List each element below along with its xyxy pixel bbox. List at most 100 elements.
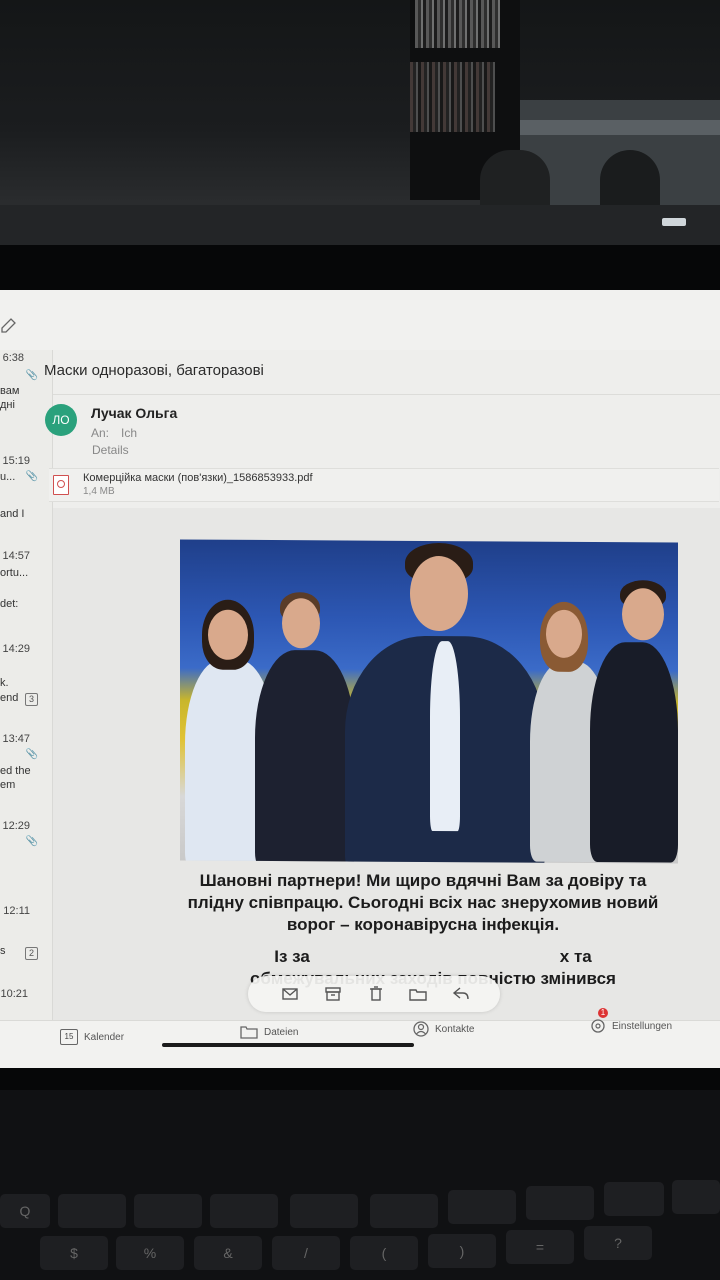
keyboard-key (604, 1182, 664, 1216)
calendar-icon: 15 (60, 1029, 78, 1045)
list-item-snippet: вам (0, 385, 20, 397)
divider (53, 394, 720, 395)
tab-calendar[interactable]: 15 Kalender (60, 1029, 124, 1045)
lamp-light (662, 218, 686, 226)
tab-label: Dateien (264, 1026, 299, 1038)
email-body-fragment: Із за (274, 947, 310, 966)
keyboard-key: ) (428, 1234, 496, 1268)
keyboard-key: Q (0, 1194, 50, 1228)
pdf-icon (53, 475, 69, 495)
list-item[interactable]: 10:21 (0, 988, 52, 1018)
list-item-snippet: s (0, 945, 6, 957)
paperclip-icon: 📎 (25, 471, 38, 482)
list-item-time: 13:47 (2, 733, 30, 745)
tab-files[interactable]: Dateien (240, 1025, 298, 1039)
books (415, 0, 500, 48)
bottom-tab-bar: 15 Kalender Dateien Kontakte Einstellung… (0, 1008, 720, 1068)
keyboard-key: / (272, 1236, 340, 1270)
keyboard-key: & (194, 1236, 262, 1270)
keyboard-key: $ (40, 1236, 108, 1270)
reply-icon[interactable] (451, 984, 471, 1004)
keyboard-key: ( (350, 1236, 418, 1270)
tab-contacts[interactable]: Kontakte (413, 1021, 474, 1037)
keyboard-key: ? (584, 1226, 652, 1260)
top-bar (0, 290, 720, 351)
email-body-text: Шановні партнери! Ми щиро вдячні Вам за … (187, 871, 659, 934)
list-item[interactable]: 15:19 u... 📎 (0, 455, 52, 500)
list-item[interactable]: 12:11 s 2 (0, 905, 52, 965)
list-item-time: 6:38 (2, 352, 24, 364)
keyboard-key (134, 1194, 202, 1228)
attachment-size: 1,4 MB (83, 486, 115, 497)
home-indicator[interactable] (162, 1043, 414, 1047)
list-item[interactable]: and I (0, 508, 52, 538)
thread-count-badge: 3 (25, 693, 38, 706)
tab-label: Einstellungen (612, 1020, 673, 1032)
email-body-fragment: х та (559, 947, 592, 966)
keyboard-key: % (116, 1236, 184, 1270)
paperclip-icon: 📎 (25, 370, 38, 381)
list-item[interactable]: 13:47 📎 ed the em (0, 733, 52, 803)
mail-detail: Маски одноразові, багаторазові ЛО Лучак … (44, 350, 720, 1020)
list-item-snippet: end (0, 692, 19, 704)
list-item-snippet: det: (0, 598, 19, 610)
list-item[interactable]: 14:57 ortu... det: (0, 550, 52, 620)
recipient-name[interactable]: Ich (121, 426, 137, 440)
archive-icon[interactable] (323, 984, 343, 1004)
email-subject: Маски одноразові, багаторазові (44, 362, 264, 379)
paperclip-icon: 📎 (25, 836, 38, 847)
tab-settings[interactable]: Einstellungen (590, 1018, 672, 1034)
notification-badge: 1 (598, 1008, 608, 1018)
keyboard-key (526, 1186, 594, 1220)
window-frame (520, 120, 720, 135)
trash-icon[interactable] (366, 984, 386, 1004)
tablet-screen: 6:38 📎 вам дні 15:19 u... 📎 and I 14:57 … (0, 290, 720, 1068)
list-item-time: 10:21 (0, 988, 28, 1000)
keyboard-key (672, 1180, 720, 1214)
list-item-time: 14:57 (2, 550, 30, 562)
list-item-snippet: ortu... (0, 567, 29, 579)
keyboard-key (58, 1194, 126, 1228)
thread-count-badge: 2 (25, 947, 38, 960)
list-item[interactable]: 14:29 k. end 3 (0, 643, 52, 713)
keyboard-key (210, 1194, 278, 1228)
physical-keyboard: Q $ % & / ( ) = ? (0, 1090, 720, 1280)
tab-label: Kontakte (435, 1023, 475, 1035)
mail-list: 6:38 📎 вам дні 15:19 u... 📎 and I 14:57 … (0, 350, 53, 1020)
gear-icon (591, 1019, 605, 1033)
paperclip-icon: 📎 (25, 749, 38, 760)
desk (0, 205, 720, 245)
list-item-time: 14:29 (2, 643, 30, 655)
keyboard-key (448, 1190, 516, 1224)
avatar[interactable]: ЛО (45, 404, 77, 436)
mail-action-toolbar (248, 976, 500, 1012)
contacts-icon (413, 1021, 429, 1037)
mail-icon[interactable] (280, 984, 300, 1004)
list-item-snippet: k. (0, 677, 9, 689)
compose-icon[interactable] (0, 318, 16, 334)
attachment[interactable]: Комерційка маски (пов'язки)_1586853933.p… (49, 468, 719, 502)
list-item-snippet: дні (0, 399, 15, 411)
list-item[interactable]: 12:29 📎 (0, 820, 52, 860)
folder-icon (240, 1026, 258, 1039)
details-link[interactable]: Details (92, 443, 129, 457)
list-item-snippet: u... (0, 471, 16, 483)
attachment-name: Комерційка маски (пов'язки)_1586853933.p… (83, 472, 313, 484)
keyboard-key: = (506, 1230, 574, 1264)
list-item-time: 12:29 (2, 820, 30, 832)
folder-icon[interactable] (408, 984, 428, 1004)
list-item-snippet: and I (0, 508, 25, 520)
keyboard-key (370, 1194, 438, 1228)
list-item-snippet: ed the (0, 765, 31, 777)
sender-name[interactable]: Лучак Ольга (91, 405, 177, 421)
business-team-photo (180, 539, 678, 864)
tab-label: Kalender (84, 1031, 125, 1043)
email-body: Шановні партнери! Ми щиро вдячні Вам за … (53, 508, 720, 1020)
keyboard-key (290, 1194, 358, 1228)
books (410, 62, 495, 132)
list-item-time: 15:19 (2, 455, 30, 467)
to-label: An: (91, 426, 110, 440)
list-item-snippet: em (0, 779, 16, 791)
recipient-row: An: Ich (91, 426, 137, 440)
list-item-time: 12:11 (3, 905, 30, 917)
